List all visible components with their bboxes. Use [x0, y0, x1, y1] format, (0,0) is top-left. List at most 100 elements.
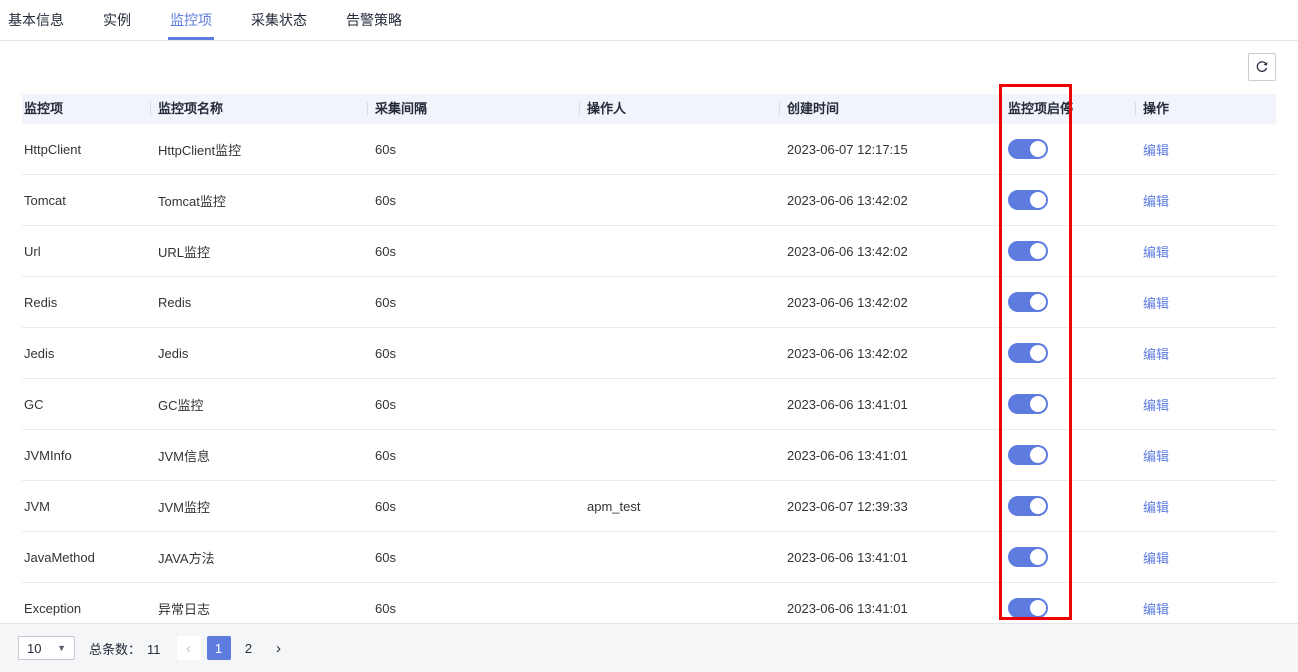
col-header-operator: 操作人	[579, 94, 779, 124]
refresh-button[interactable]	[1248, 53, 1276, 81]
cell-created: 2023-06-07 12:39:33	[779, 499, 1000, 514]
cell-name: URL监控	[150, 242, 367, 261]
enable-toggle[interactable]	[1008, 598, 1048, 618]
edit-link[interactable]: 编辑	[1143, 551, 1169, 566]
enable-toggle[interactable]	[1008, 496, 1048, 516]
cell-name: JVM监控	[150, 497, 367, 516]
tab-basic-info[interactable]: 基本信息	[8, 0, 64, 40]
tab-label: 采集状态	[251, 10, 307, 30]
cell-created: 2023-06-06 13:42:02	[779, 346, 1000, 361]
cell-created: 2023-06-07 12:17:15	[779, 142, 1000, 157]
tab-instance[interactable]: 实例	[103, 0, 131, 40]
page-number: 2	[245, 641, 252, 656]
cell-interval: 60s	[367, 448, 579, 463]
total-count: 总条数： 11	[89, 639, 161, 658]
page-size-select[interactable]: 10 ▼	[18, 636, 75, 660]
prev-icon: ‹	[186, 640, 191, 657]
enable-toggle[interactable]	[1008, 190, 1048, 210]
cell-name: Redis	[150, 295, 367, 310]
tab-monitoring-items[interactable]: 监控项	[170, 0, 212, 40]
edit-link[interactable]: 编辑	[1143, 194, 1169, 209]
table-header-row: 监控项 监控项名称 采集间隔 操作人 创建时间 监控项启停 操作	[22, 94, 1276, 124]
col-header-created: 创建时间	[779, 94, 1000, 124]
enable-toggle[interactable]	[1008, 139, 1048, 159]
cell-enabled	[1000, 547, 1135, 567]
edit-link[interactable]: 编辑	[1143, 449, 1169, 464]
cell-created: 2023-06-06 13:41:01	[779, 601, 1000, 616]
cell-created: 2023-06-06 13:41:01	[779, 397, 1000, 412]
cell-enabled	[1000, 241, 1135, 261]
cell-created: 2023-06-06 13:42:02	[779, 295, 1000, 310]
tab-label: 基本信息	[8, 10, 64, 30]
edit-link[interactable]: 编辑	[1143, 245, 1169, 260]
cell-name: JVM信息	[150, 446, 367, 465]
cell-item: Redis	[22, 295, 150, 310]
edit-link[interactable]: 编辑	[1143, 347, 1169, 362]
cell-enabled	[1000, 496, 1135, 516]
cell-enabled	[1000, 343, 1135, 363]
tab-label: 告警策略	[346, 10, 402, 30]
cell-interval: 60s	[367, 601, 579, 616]
cell-enabled	[1000, 445, 1135, 465]
page-button-2[interactable]: 2	[237, 636, 261, 660]
edit-link[interactable]: 编辑	[1143, 398, 1169, 413]
prev-page-button[interactable]: ‹	[177, 636, 201, 660]
edit-link[interactable]: 编辑	[1143, 602, 1169, 617]
col-header-item: 监控项	[22, 94, 150, 124]
tab-bar: 基本信息 实例 监控项 采集状态 告警策略	[0, 0, 1298, 41]
cell-enabled	[1000, 394, 1135, 414]
monitoring-items-table: 监控项 监控项名称 采集间隔 操作人 创建时间 监控项启停 操作 HttpCli…	[22, 94, 1276, 634]
next-page-button[interactable]: ›	[267, 636, 291, 660]
table-row: Jedis Jedis 60s 2023-06-06 13:42:02 编辑	[22, 328, 1276, 379]
col-header-interval: 采集间隔	[367, 94, 579, 124]
cell-created: 2023-06-06 13:42:02	[779, 244, 1000, 259]
pager: ‹ 1 2 ›	[177, 636, 297, 660]
tab-label: 实例	[103, 10, 131, 30]
cell-name: 异常日志	[150, 599, 367, 618]
table-row: JVMInfo JVM信息 60s 2023-06-06 13:41:01 编辑	[22, 430, 1276, 481]
cell-action: 编辑	[1135, 242, 1276, 261]
cell-item: Url	[22, 244, 150, 259]
tab-collection-status[interactable]: 采集状态	[251, 0, 307, 40]
cell-action: 编辑	[1135, 446, 1276, 465]
cell-enabled	[1000, 139, 1135, 159]
table-row: GC GC监控 60s 2023-06-06 13:41:01 编辑	[22, 379, 1276, 430]
pagination-bar: 10 ▼ 总条数： 11 ‹ 1 2 ›	[0, 623, 1298, 672]
edit-link[interactable]: 编辑	[1143, 500, 1169, 515]
cell-interval: 60s	[367, 142, 579, 157]
table-row: HttpClient HttpClient监控 60s 2023-06-07 1…	[22, 124, 1276, 175]
cell-item: Exception	[22, 601, 150, 616]
cell-enabled	[1000, 190, 1135, 210]
refresh-icon	[1255, 60, 1269, 74]
chevron-down-icon: ▼	[57, 643, 66, 653]
cell-action: 编辑	[1135, 191, 1276, 210]
page-button-1[interactable]: 1	[207, 636, 231, 660]
cell-enabled	[1000, 292, 1135, 312]
enable-toggle[interactable]	[1008, 292, 1048, 312]
next-icon: ›	[276, 640, 281, 657]
enable-toggle[interactable]	[1008, 343, 1048, 363]
cell-interval: 60s	[367, 397, 579, 412]
cell-action: 编辑	[1135, 395, 1276, 414]
enable-toggle[interactable]	[1008, 547, 1048, 567]
cell-interval: 60s	[367, 295, 579, 310]
edit-link[interactable]: 编辑	[1143, 296, 1169, 311]
total-count-label: 总条数：	[89, 642, 141, 657]
table-row: JavaMethod JAVA方法 60s 2023-06-06 13:41:0…	[22, 532, 1276, 583]
cell-created: 2023-06-06 13:41:01	[779, 550, 1000, 565]
enable-toggle[interactable]	[1008, 445, 1048, 465]
table-row: Tomcat Tomcat监控 60s 2023-06-06 13:42:02 …	[22, 175, 1276, 226]
table-body: HttpClient HttpClient监控 60s 2023-06-07 1…	[22, 124, 1276, 634]
cell-item: GC	[22, 397, 150, 412]
cell-action: 编辑	[1135, 140, 1276, 159]
enable-toggle[interactable]	[1008, 394, 1048, 414]
page-number: 1	[215, 641, 222, 656]
cell-operator: apm_test	[579, 499, 779, 514]
cell-item: Jedis	[22, 346, 150, 361]
edit-link[interactable]: 编辑	[1143, 143, 1169, 158]
enable-toggle[interactable]	[1008, 241, 1048, 261]
tab-alarm-policy[interactable]: 告警策略	[346, 0, 402, 40]
table-row: Redis Redis 60s 2023-06-06 13:42:02 编辑	[22, 277, 1276, 328]
total-count-value: 11	[147, 642, 161, 657]
col-header-action: 操作	[1135, 94, 1276, 124]
